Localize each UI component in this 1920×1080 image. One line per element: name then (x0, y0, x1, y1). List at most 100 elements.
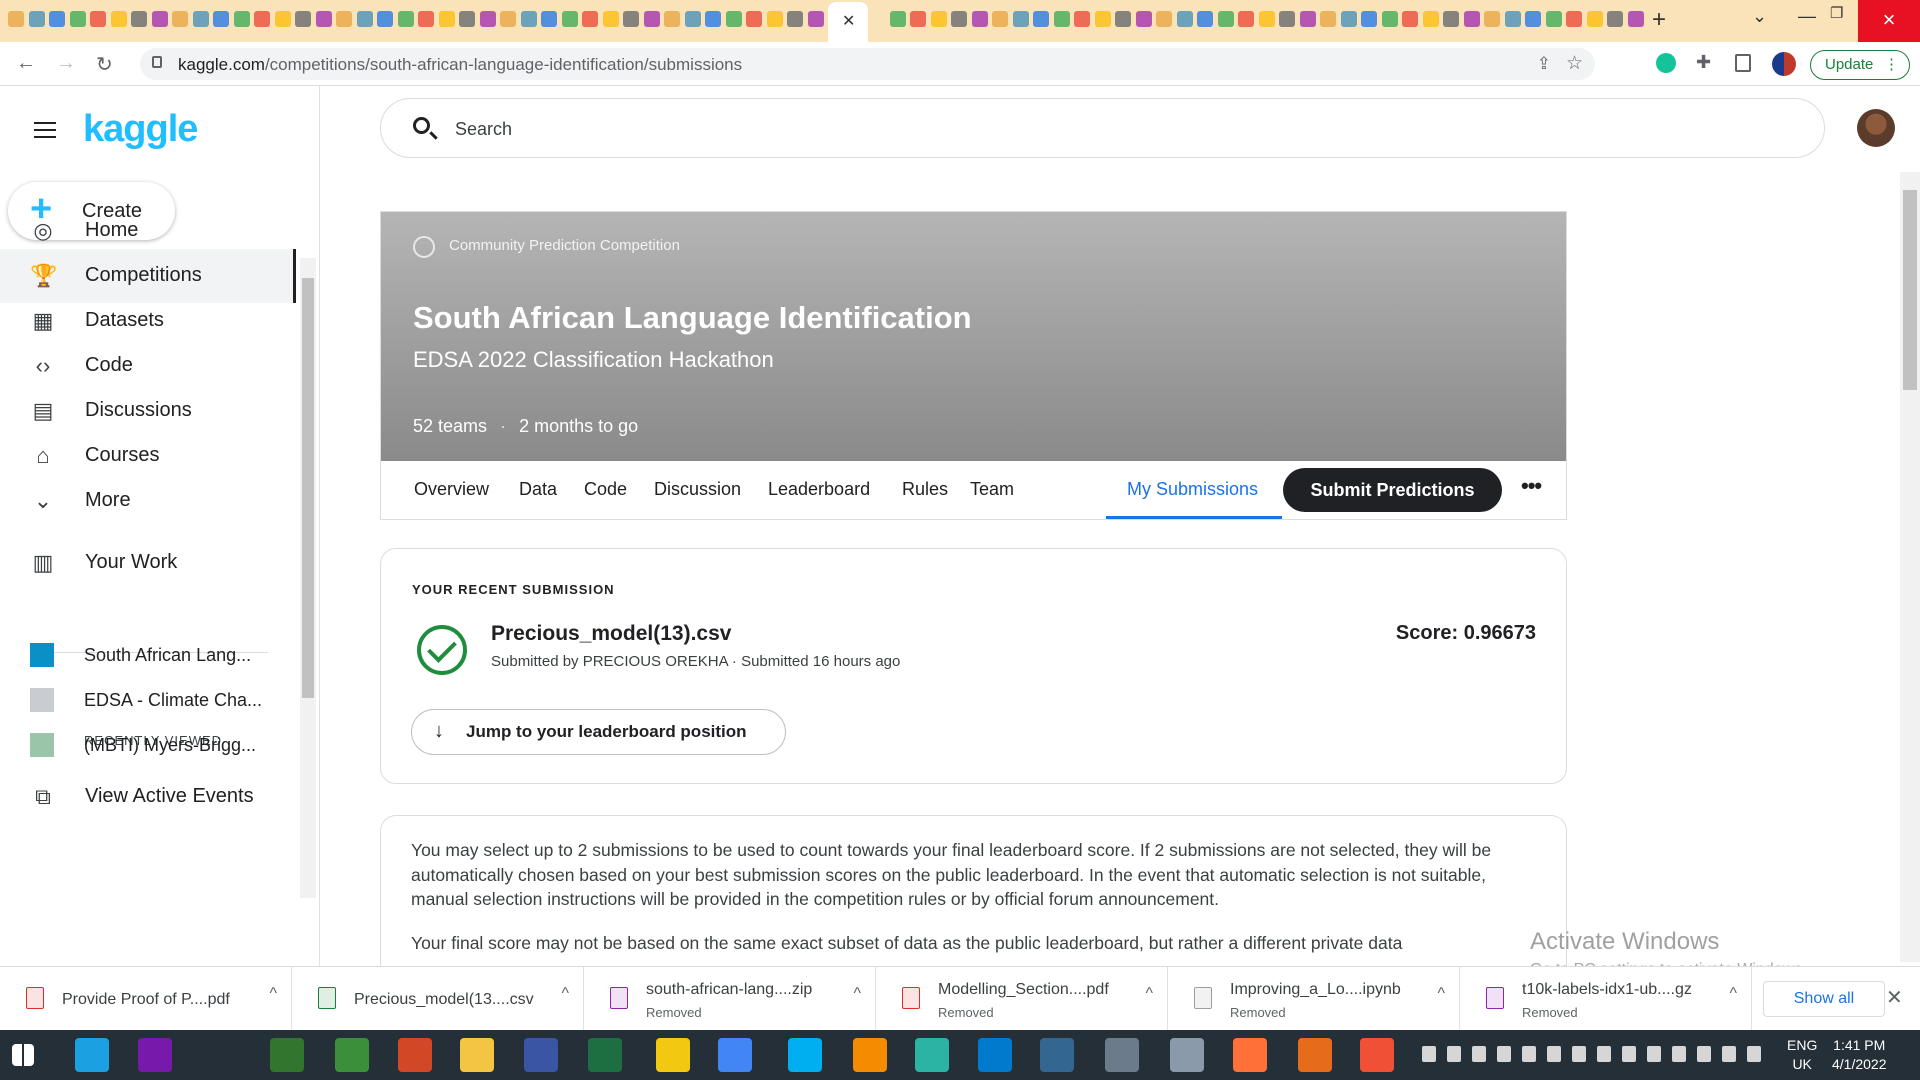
excel-icon[interactable] (588, 1038, 622, 1072)
tab-favicon[interactable] (172, 11, 188, 27)
sidebar-item-your-work[interactable]: ▥ Your Work (0, 536, 296, 590)
tab-favicon[interactable] (1299, 11, 1316, 27)
powerpoint-icon[interactable] (398, 1038, 432, 1072)
tab-leaderboard[interactable]: Leaderboard (768, 479, 870, 500)
back-icon[interactable]: ← (16, 52, 36, 75)
tab-favicon[interactable] (1586, 11, 1603, 27)
page-scrollbar[interactable] (1900, 172, 1920, 962)
tab-favicon[interactable] (1422, 11, 1439, 27)
tab-favicon[interactable] (1094, 11, 1111, 27)
tab-favicon[interactable] (1361, 11, 1377, 27)
tab-favicon[interactable] (1443, 11, 1459, 27)
tab-favicon[interactable] (664, 11, 680, 27)
tab-favicon[interactable] (992, 11, 1008, 27)
tab-favicon[interactable] (1135, 11, 1152, 27)
tab-favicon[interactable] (561, 11, 578, 27)
tab-favicon[interactable] (254, 11, 270, 27)
more-options-icon[interactable]: ••• (1521, 473, 1542, 499)
firefox-icon[interactable] (1233, 1038, 1267, 1072)
search-bar[interactable]: Search (380, 98, 1825, 158)
show-all-downloads-button[interactable]: Show all (1763, 981, 1885, 1017)
chevron-up-icon[interactable]: ^ (1729, 985, 1737, 1003)
project-icon[interactable] (270, 1038, 304, 1072)
tab-favicon[interactable] (110, 11, 127, 27)
tab-favicon[interactable] (213, 11, 229, 27)
jump-to-leaderboard-button[interactable]: ↓ Jump to your leaderboard position (411, 709, 786, 755)
refresh-app-icon[interactable] (335, 1038, 369, 1072)
tab-favicon[interactable] (1504, 11, 1521, 27)
browser-update-button[interactable]: Update ⋮ (1810, 50, 1910, 80)
tab-favicon[interactable] (520, 11, 537, 27)
tab-discussion[interactable]: Discussion (654, 479, 741, 500)
tab-favicon[interactable] (28, 11, 45, 27)
tab-favicon[interactable] (151, 11, 168, 27)
search-input[interactable]: Search (455, 119, 512, 140)
reading-list-icon[interactable] (1735, 54, 1751, 72)
tab-team[interactable]: Team (970, 479, 1014, 500)
chrome-icon[interactable] (718, 1038, 752, 1072)
forward-icon[interactable]: → (56, 52, 76, 75)
tab-favicon[interactable] (69, 11, 86, 27)
download-item[interactable]: south-african-lang....zip Removed ^ (584, 967, 876, 1031)
tab-favicon[interactable] (807, 11, 824, 27)
skype-icon[interactable] (788, 1038, 822, 1072)
active-tab[interactable]: ✕ (828, 2, 868, 42)
download-item[interactable]: Modelling_Section....pdf Removed ^ (876, 967, 1168, 1031)
new-tab-button[interactable]: + (1652, 6, 1666, 34)
tab-favicon[interactable] (1238, 11, 1254, 27)
system-tray-icon[interactable] (1647, 1046, 1661, 1062)
tab-favicon[interactable] (725, 11, 742, 27)
chevron-up-icon[interactable]: ^ (1437, 985, 1445, 1003)
tab-favicon[interactable] (1258, 11, 1275, 27)
minimize-icon[interactable]: — (1798, 6, 1816, 27)
tab-favicon[interactable] (1033, 11, 1049, 27)
url-input[interactable]: kaggle.com/competitions/south-african-la… (140, 48, 1595, 80)
user-avatar[interactable] (1857, 109, 1895, 147)
tab-favicon[interactable] (397, 11, 414, 27)
tab-favicon[interactable] (356, 11, 373, 27)
tab-favicon[interactable] (1484, 11, 1500, 27)
tab-favicon[interactable] (1197, 11, 1213, 27)
tab-search-icon[interactable]: ⌄ (1752, 6, 1767, 27)
recent-item[interactable]: EDSA - Climate Cha... (0, 678, 296, 722)
tab-favicon[interactable] (582, 11, 598, 27)
tab-favicon[interactable] (1320, 11, 1336, 27)
sidebar-scrollbar[interactable] (300, 258, 316, 898)
tab-favicon[interactable] (192, 11, 209, 27)
ie-icon[interactable] (75, 1038, 109, 1072)
tab-favicon[interactable] (602, 11, 619, 27)
tab-favicon[interactable] (377, 11, 393, 27)
system-tray-icon[interactable] (1747, 1046, 1761, 1062)
calculator-icon[interactable] (1105, 1038, 1139, 1072)
tab-favicon[interactable] (500, 11, 516, 27)
tab-favicon[interactable] (336, 11, 352, 27)
tab-favicon[interactable] (684, 11, 701, 27)
tab-favicon[interactable] (1012, 11, 1029, 27)
system-tray-icon[interactable] (1572, 1046, 1586, 1062)
system-tray-icon[interactable] (1672, 1046, 1686, 1062)
tab-favicon[interactable] (1525, 11, 1541, 27)
download-item[interactable]: Provide Proof of P....pdf ^ (0, 967, 292, 1031)
tab-favicon[interactable] (623, 11, 639, 27)
tab-favicon[interactable] (295, 11, 311, 27)
tab-favicon[interactable] (438, 11, 455, 27)
tab-favicon[interactable] (131, 11, 147, 27)
profile-avatar-icon[interactable] (1772, 52, 1796, 76)
tab-favicon[interactable] (1463, 11, 1480, 27)
system-tray-icon[interactable] (1472, 1046, 1486, 1062)
tab-favicon[interactable] (705, 11, 721, 27)
tab-favicon[interactable] (1627, 11, 1644, 27)
tab-favicon[interactable] (49, 11, 65, 27)
reload-icon[interactable]: ↻ (96, 52, 113, 77)
tab-favicon[interactable] (479, 11, 496, 27)
tab-favicon[interactable] (1217, 11, 1234, 27)
tab-data[interactable]: Data (519, 479, 557, 500)
tab-favicon[interactable] (8, 11, 24, 27)
windows-start-icon[interactable] (12, 1044, 34, 1066)
tab-favicon[interactable] (418, 11, 434, 27)
hamburger-menu-icon[interactable] (34, 122, 56, 138)
tab-favicon[interactable] (1545, 11, 1562, 27)
tab-favicon[interactable] (274, 11, 291, 27)
tab-favicon[interactable] (541, 11, 557, 27)
sidebar-item-more[interactable]: ⌄ More (0, 474, 296, 528)
